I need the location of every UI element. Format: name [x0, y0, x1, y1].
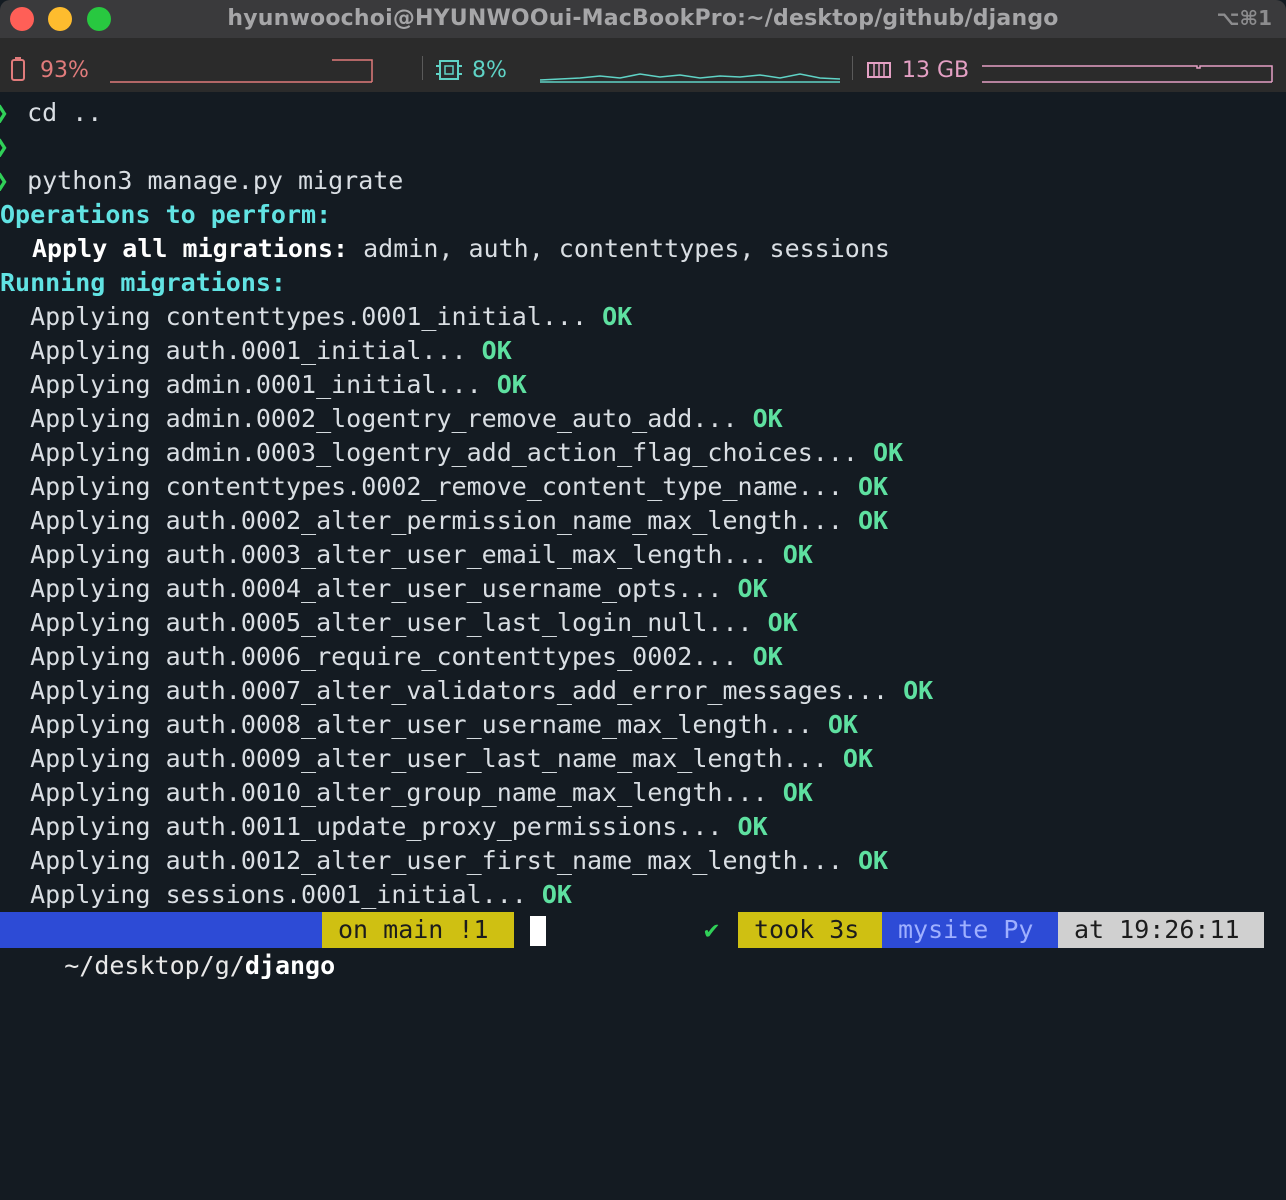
battery-icon — [11, 57, 25, 81]
terminal-line: Applying auth.0011_update_proxy_permissi… — [0, 810, 768, 844]
terminal-line: Applying admin.0002_logentry_remove_auto… — [0, 402, 783, 436]
migration-status: OK — [752, 642, 783, 671]
terminal-line: Applying auth.0005_alter_user_last_login… — [0, 606, 798, 640]
window-shortcut: ⌥⌘1 — [1216, 6, 1272, 30]
migration-text: Applying auth.0005_alter_user_last_login… — [0, 608, 753, 637]
path-segment: ~/desktop/g/django — [0, 912, 335, 980]
terminal-line: ❯ python3 manage.py migrate — [0, 164, 403, 198]
migration-text: Applying auth.0010_alter_group_name_max_… — [0, 778, 768, 807]
env-segment: mysite Py — [882, 912, 1058, 948]
migration-status: OK — [737, 812, 768, 841]
took-segment: took 3s — [738, 912, 882, 948]
cpu-icon — [436, 60, 462, 80]
terminal-line: Applying auth.0006_require_contenttypes_… — [0, 640, 783, 674]
migration-text: Applying auth.0003_alter_user_email_max_… — [0, 540, 768, 569]
section-heading: Operations to perform: — [0, 200, 332, 229]
cpu-graph — [540, 73, 841, 83]
migration-text: Applying admin.0003_logentry_add_action_… — [0, 438, 858, 467]
migration-status: OK — [602, 302, 633, 331]
terminal-line: Applying auth.0004_alter_user_username_o… — [0, 572, 768, 606]
migration-status: OK — [752, 404, 783, 433]
migration-status: OK — [782, 778, 813, 807]
terminal-line: Applying auth.0012_alter_user_first_name… — [0, 844, 888, 878]
path-dir: django — [244, 951, 336, 980]
terminal-line: Running migrations: — [0, 266, 286, 300]
window-titlebar: hyunwoochoi@HYUNWOOui-MacBookPro:~/deskt… — [0, 0, 1286, 38]
terminal-line: Applying auth.0010_alter_group_name_max_… — [0, 776, 813, 810]
terminal-line: Applying contenttypes.0001_initial... OK — [0, 300, 632, 334]
migration-text: Applying auth.0007_alter_validators_add_… — [0, 676, 889, 705]
prompt-arrow-icon: ❯ — [0, 98, 9, 127]
migration-status: OK — [481, 336, 512, 365]
path-prefix: ~/desktop/g/ — [64, 951, 245, 980]
prompt-arrow-icon: ❯ — [0, 166, 9, 195]
migration-text: Applying contenttypes.0001_initial... — [0, 302, 587, 331]
terminal-line: ❯ cd .. — [0, 96, 102, 130]
battery-graph — [110, 59, 373, 83]
system-status-bar: 93% 8% 13 GB — [0, 38, 1286, 92]
terminal-line: Applying sessions.0001_initial... OK — [0, 878, 572, 912]
migration-status: OK — [873, 438, 904, 467]
time-segment: at 19:26:11 — [1058, 912, 1264, 948]
terminal-output[interactable]: ❯ cd .. ❯ ❯ python3 manage.py migrate Operati… — [0, 92, 1286, 912]
migration-status: OK — [857, 506, 889, 535]
memory-value: 13 GB — [902, 58, 970, 83]
migration-text: Applying contenttypes.0002_remove_conten… — [0, 472, 843, 501]
terminal-line: Applying auth.0007_alter_validators_add_… — [0, 674, 933, 708]
text-cursor[interactable] — [530, 916, 546, 946]
window-title: hyunwoochoi@HYUNWOOui-MacBookPro:~/deskt… — [227, 6, 1059, 31]
migration-status: OK — [842, 744, 873, 773]
terminal-line: Applying auth.0003_alter_user_email_max_… — [0, 538, 813, 572]
detail-value: admin, auth, contenttypes, sessions — [348, 234, 890, 263]
command-text: cd .. — [27, 98, 103, 127]
migration-text: Applying auth.0008_alter_user_username_m… — [0, 710, 813, 739]
terminal-line: Operations to perform: — [0, 198, 331, 232]
git-segment: on main !1 — [322, 912, 514, 948]
terminal-line: Applying auth.0008_alter_user_username_m… — [0, 708, 858, 742]
battery-value: 93% — [40, 58, 89, 83]
migration-text: Applying admin.0002_logentry_remove_auto… — [0, 404, 738, 433]
success-check-icon: ✔ — [704, 915, 720, 944]
migration-status: OK — [767, 608, 798, 637]
migration-status: OK — [903, 676, 934, 705]
migration-text: Applying auth.0011_update_proxy_permissi… — [0, 812, 723, 841]
migration-text: Applying auth.0002_alter_permission_name… — [0, 506, 843, 535]
memory-icon — [867, 62, 891, 78]
detail-label: Apply all migrations: — [32, 234, 349, 263]
terminal-line: Applying contenttypes.0002_remove_conten… — [0, 470, 888, 504]
terminal-line: Applying auth.0002_alter_permission_name… — [0, 504, 888, 538]
terminal-line: Applying admin.0001_initial... OK — [0, 368, 527, 402]
terminal-line: Apply all migrations: admin, auth, conte… — [0, 232, 890, 266]
terminal-line: Applying auth.0001_initial... OK — [0, 334, 512, 368]
migration-status: OK — [541, 880, 572, 909]
migration-text: Applying admin.0001_initial... — [0, 370, 482, 399]
prompt-arrow-icon: ❯ — [0, 132, 9, 161]
migration-text: Applying auth.0012_alter_user_first_name… — [0, 846, 843, 875]
terminal-line: ❯ — [0, 130, 27, 164]
memory-graph — [982, 65, 1273, 83]
command-text: python3 manage.py migrate — [27, 166, 404, 195]
migration-text: Applying auth.0001_initial... — [0, 336, 467, 365]
shell-prompt-bar: ~/desktop/g/django on main !1 ✔ took 3s … — [0, 912, 1286, 980]
cpu-value: 8% — [472, 58, 507, 83]
section-heading: Running migrations: — [0, 268, 286, 297]
migration-text: Applying auth.0004_alter_user_username_o… — [0, 574, 723, 603]
migration-text: Applying auth.0009_alter_user_last_name_… — [0, 744, 828, 773]
terminal-line: Applying admin.0003_logentry_add_action_… — [0, 436, 903, 470]
migration-status: OK — [857, 472, 889, 501]
migration-status: OK — [496, 370, 527, 399]
migration-status: OK — [827, 710, 858, 739]
migration-status: OK — [737, 574, 768, 603]
migration-status: OK — [857, 846, 889, 875]
migration-text: Applying auth.0006_require_contenttypes_… — [0, 642, 738, 671]
terminal-line: Applying auth.0009_alter_user_last_name_… — [0, 742, 873, 776]
migration-text: Applying sessions.0001_initial... — [0, 880, 527, 909]
migration-status: OK — [782, 540, 813, 569]
